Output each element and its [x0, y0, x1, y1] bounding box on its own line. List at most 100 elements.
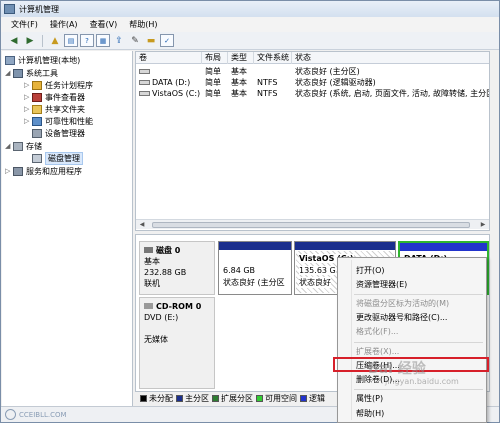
layout-cell: 简单	[205, 89, 221, 98]
status-cell: 状态良好 (系统, 启动, 页面文件, 活动, 故障转储, 主分区)	[295, 89, 489, 98]
folder-icon[interactable]: ✎	[128, 34, 142, 47]
table-row[interactable]: VistaOS (C:) 简单 基本 NTFS 状态良好 (系统, 启动, 页面…	[136, 88, 489, 99]
disk-0-info[interactable]: 磁盘 0 基本 232.88 GB 联机	[139, 241, 215, 295]
tree-item-system-tools[interactable]: ◢ 系统工具	[5, 67, 58, 79]
partition-bar	[295, 242, 395, 250]
scrollbar-thumb[interactable]	[152, 222, 470, 228]
menu-item-open[interactable]: 打开(O)	[356, 264, 385, 277]
baidu-watermark-url: jingyan.baidu.com	[385, 377, 459, 386]
tree-item-computer-management[interactable]: 计算机管理(本地)	[5, 54, 80, 66]
tree-item-disk-management[interactable]: 磁盘管理	[32, 151, 83, 165]
menu-separator	[354, 389, 483, 390]
menu-item-help[interactable]: 帮助(H)	[356, 407, 384, 420]
partition-bar	[219, 242, 291, 250]
partition-system-reserved[interactable]: 6.84 GB 状态良好 (主分区	[218, 241, 292, 295]
task-icon	[32, 80, 42, 90]
cdrom-0-label: CD-ROM 0	[156, 302, 202, 311]
legend-item: 可用空间	[256, 393, 297, 404]
menu-help[interactable]: 帮助(H)	[129, 19, 157, 30]
expand-arrow-icon[interactable]: ▷	[24, 117, 32, 125]
column-header-filesystem[interactable]: 文件系统	[254, 52, 292, 64]
tree-item-services-applications[interactable]: ▷ 服务和应用程序	[5, 165, 82, 177]
device-icon	[32, 128, 42, 138]
event-icon	[32, 92, 42, 102]
cdrom-icon	[144, 303, 153, 309]
scroll-left-icon[interactable]: ◀	[137, 220, 147, 229]
type-cell: 基本	[231, 78, 247, 87]
up-folder-icon[interactable]: ▲	[48, 34, 62, 47]
disk-0-name: 磁盘 0	[144, 245, 210, 256]
cdrom-0-media: 无媒体	[144, 335, 168, 344]
tree-item-reliability-performance[interactable]: ▷ 可靠性和性能	[24, 115, 93, 127]
navigation-tree: 计算机管理(本地) ◢ 系统工具 ▷ 任务计划程序 ▷ 事件查看器 ▷ 共享文件…	[2, 51, 133, 406]
volume-name-cell: DATA (D:)	[136, 77, 202, 88]
share-icon	[32, 104, 42, 114]
tree-item-event-viewer[interactable]: ▷ 事件查看器	[24, 91, 85, 103]
partition-size: 6.84 GB	[223, 266, 256, 275]
partition-bar	[400, 243, 487, 251]
menu-action[interactable]: 操作(A)	[50, 19, 78, 30]
services-icon	[13, 166, 23, 176]
menu-view[interactable]: 查看(V)	[90, 19, 118, 30]
expand-arrow-icon[interactable]: ▷	[5, 167, 13, 175]
menu-bar: 文件(F) 操作(A) 查看(V) 帮助(H)	[1, 17, 499, 32]
status-cell: 状态良好 (逻辑驱动器)	[295, 78, 376, 87]
menu-item-format[interactable]: 格式化(F)...	[356, 325, 398, 338]
show-tree-icon[interactable]: ▤	[64, 34, 78, 47]
horizontal-scrollbar[interactable]: ◀ ▶	[136, 219, 489, 229]
disk-0-label: 磁盘 0	[156, 246, 181, 255]
properties-icon[interactable]: ▦	[96, 34, 110, 47]
tree-item-task-scheduler[interactable]: ▷ 任务计划程序	[24, 79, 93, 91]
table-row[interactable]: 简单 基本 状态良好 (主分区)	[136, 66, 489, 77]
menu-item-change-drive-letter[interactable]: 更改驱动器号和路径(C)...	[356, 311, 447, 324]
forward-icon[interactable]: ▶	[23, 34, 37, 47]
toolbar: ◀ ▶ ▲ ▤ ? ▦ ⇪ ✎ ▬ ✓	[1, 32, 499, 50]
export-icon[interactable]: ⇪	[112, 34, 126, 47]
legend-item: 扩展分区	[212, 393, 253, 404]
menu-separator	[354, 342, 483, 343]
view-icon[interactable]: ✓	[160, 34, 174, 47]
volume-icon	[139, 80, 150, 85]
perf-icon	[32, 116, 42, 126]
tree-item-shared-folders[interactable]: ▷ 共享文件夹	[24, 103, 85, 115]
type-cell: 基本	[231, 67, 247, 76]
expand-arrow-icon[interactable]: ▷	[24, 93, 32, 101]
legend-item: 逻辑	[300, 393, 325, 404]
column-header-volume[interactable]: 卷	[136, 52, 202, 64]
scroll-right-icon[interactable]: ▶	[478, 220, 488, 229]
tree-item-device-manager[interactable]: 设备管理器	[32, 127, 85, 139]
volume-icon	[139, 69, 150, 74]
menu-file[interactable]: 文件(F)	[11, 19, 38, 30]
tree-item-storage[interactable]: ◢ 存储	[5, 140, 42, 152]
column-header-status[interactable]: 状态	[292, 52, 489, 64]
table-row[interactable]: DATA (D:) 简单 基本 NTFS 状态良好 (逻辑驱动器)	[136, 77, 489, 88]
title-bar: 计算机管理	[1, 1, 499, 17]
column-header-type[interactable]: 类型	[228, 52, 254, 64]
volume-icon	[139, 91, 150, 96]
right-edge-scrollbar[interactable]	[490, 51, 499, 406]
context-menu-gutter	[351, 260, 352, 420]
partition-status: 状态良好 (主分区	[223, 278, 285, 287]
menu-item-explorer[interactable]: 资源管理器(E)	[356, 278, 407, 291]
expand-arrow-icon[interactable]: ▷	[24, 81, 32, 89]
volume-name-cell: VistaOS (C:)	[136, 88, 202, 99]
toolbar-separator	[42, 34, 43, 47]
menu-item-properties[interactable]: 属性(P)	[356, 392, 383, 405]
collapse-arrow-icon[interactable]: ◢	[5, 69, 13, 77]
help-icon[interactable]: ?	[80, 34, 94, 47]
volume-name: DATA (D:)	[152, 78, 191, 87]
window-title: 计算机管理	[19, 4, 59, 14]
cdrom-0-info[interactable]: CD-ROM 0 DVD (E:) 无媒体	[139, 297, 215, 389]
legend-swatch	[140, 395, 147, 402]
back-icon[interactable]: ◀	[7, 34, 21, 47]
watermark-bottom-left: CCEIBLL.COM	[5, 409, 67, 420]
filesystem-cell: NTFS	[257, 89, 278, 98]
disk-info-icon	[144, 247, 153, 253]
menu-item-mark-active[interactable]: 将磁盘分区标为活动的(M)	[356, 297, 449, 310]
collapse-arrow-icon[interactable]: ◢	[5, 142, 13, 150]
volume-name-cell	[136, 66, 202, 77]
disk-icon[interactable]: ▬	[144, 34, 158, 47]
partition-status: 状态良好	[299, 277, 331, 288]
expand-arrow-icon[interactable]: ▷	[24, 105, 32, 113]
column-header-layout[interactable]: 布局	[202, 52, 228, 64]
